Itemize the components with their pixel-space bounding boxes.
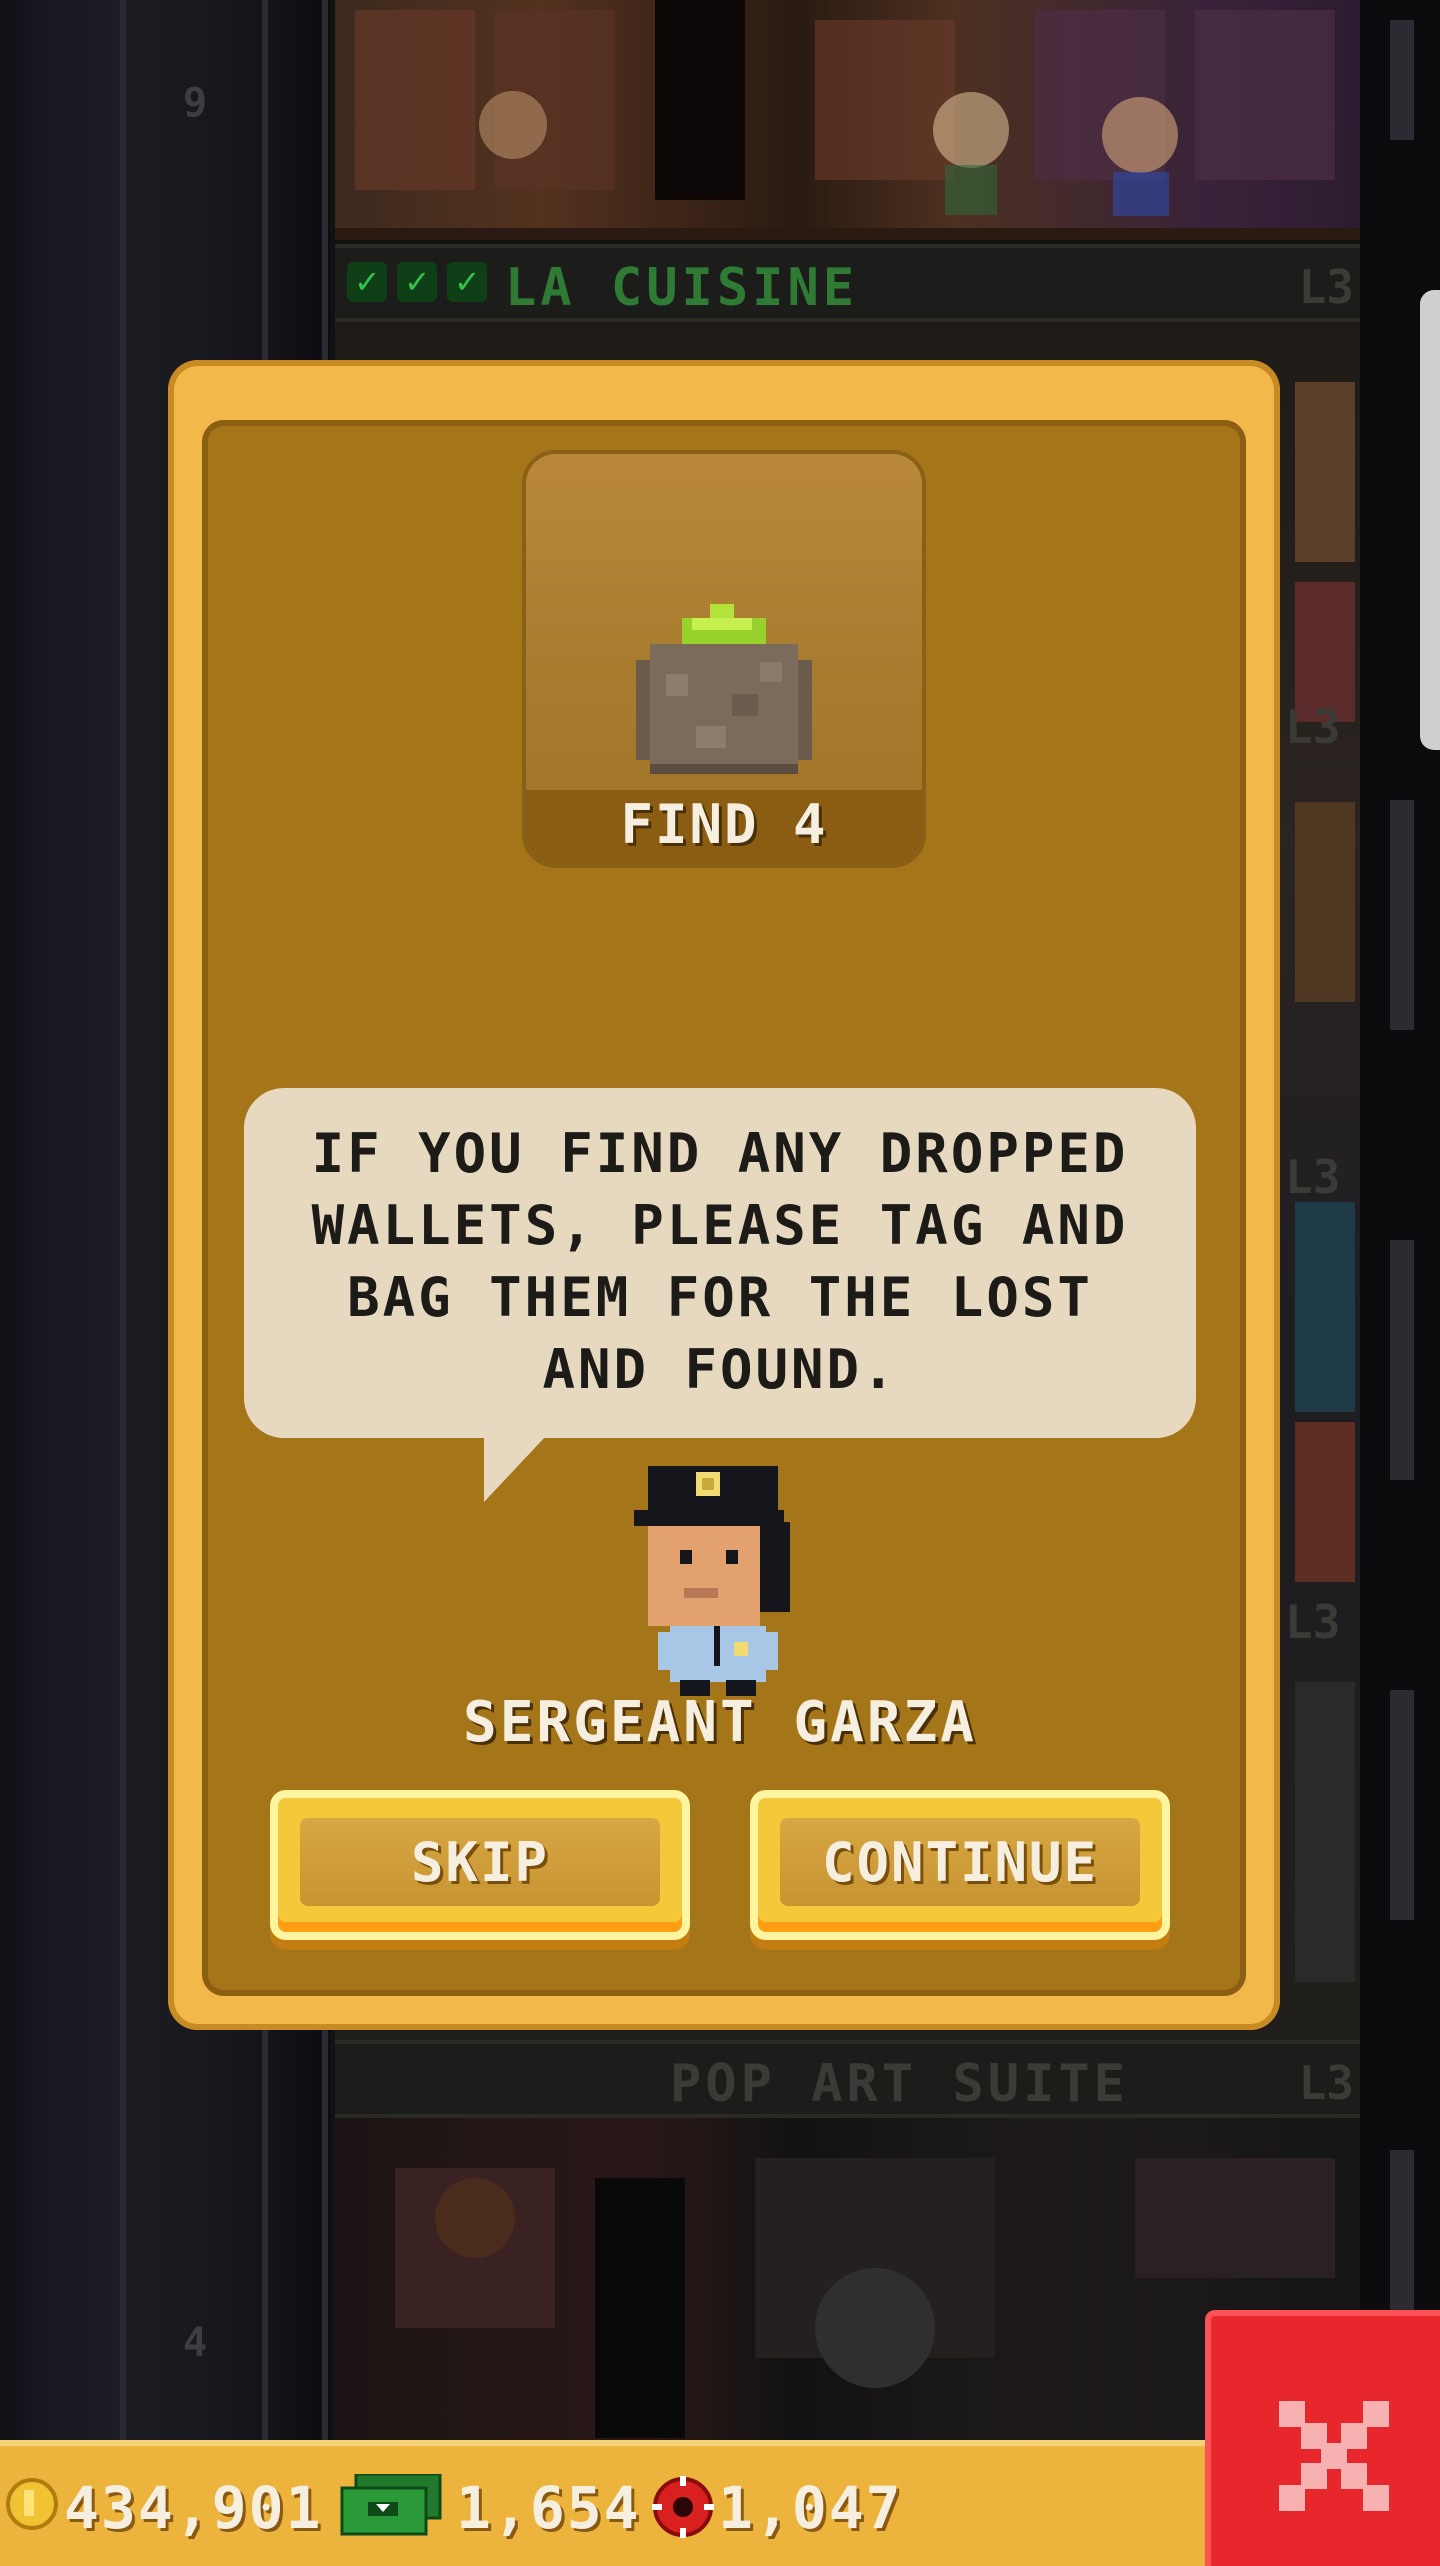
- scrollbar-thumb[interactable]: [1420, 290, 1440, 750]
- tower-bux-icon: [340, 2474, 442, 2536]
- floor-level: L3: [1298, 260, 1354, 314]
- floor-label-pop-art-suite[interactable]: POP ART SUITE L3: [335, 2040, 1360, 2118]
- coins-value: 434,901: [64, 2474, 323, 2542]
- scroll-track: [1390, 1690, 1414, 1920]
- floor-level: L3: [1298, 2056, 1354, 2110]
- floor-name: LA CUISINE: [505, 258, 859, 318]
- scroll-track: [1390, 1240, 1414, 1480]
- scroll-track: [1390, 800, 1414, 1030]
- speech-text: IF YOU FIND ANY DROPPED WALLETS, PLEASE …: [311, 1122, 1129, 1401]
- continue-button[interactable]: CONTINUE: [750, 1790, 1170, 1940]
- floor-number: 4: [182, 2320, 208, 2366]
- shaft-rail: [120, 0, 126, 2440]
- floor-name: POP ART SUITE: [670, 2054, 1129, 2114]
- close-button[interactable]: [1205, 2310, 1440, 2566]
- check-icon: ✓: [447, 262, 487, 302]
- tokens-value: 1,047: [718, 2474, 903, 2542]
- floor-level: L3: [1285, 700, 1341, 754]
- potted-plant-icon: [636, 604, 812, 774]
- continue-button-label: CONTINUE: [821, 1831, 1099, 1894]
- floor-room-la-cuisine[interactable]: [335, 0, 1360, 240]
- skip-button-label: SKIP: [410, 1831, 550, 1894]
- check-icon: ✓: [347, 262, 387, 302]
- check-icon: ✓: [397, 262, 437, 302]
- floor-level: L3: [1285, 1150, 1341, 1204]
- npc-sergeant-avatar: [634, 1466, 790, 1696]
- scroll-track: [1390, 20, 1414, 140]
- npc-name: SERGEANT GARZA: [462, 1690, 977, 1755]
- goal-label: FIND 4: [620, 793, 828, 856]
- floor-number: 9: [182, 80, 208, 126]
- bux-value: 1,654: [456, 2474, 641, 2542]
- room-scene: [335, 0, 1360, 240]
- mission-goal-card: FIND 4: [522, 450, 926, 868]
- floor-level: L3: [1285, 1595, 1341, 1649]
- coin-icon: [6, 2478, 58, 2530]
- skip-button[interactable]: SKIP: [270, 1790, 690, 1940]
- speech-bubble-tail: [484, 1436, 546, 1502]
- close-icon: [1279, 2401, 1389, 2511]
- floor-label-la-cuisine[interactable]: ✓ ✓ ✓ LA CUISINE L3: [335, 244, 1360, 322]
- token-icon: [652, 2476, 714, 2538]
